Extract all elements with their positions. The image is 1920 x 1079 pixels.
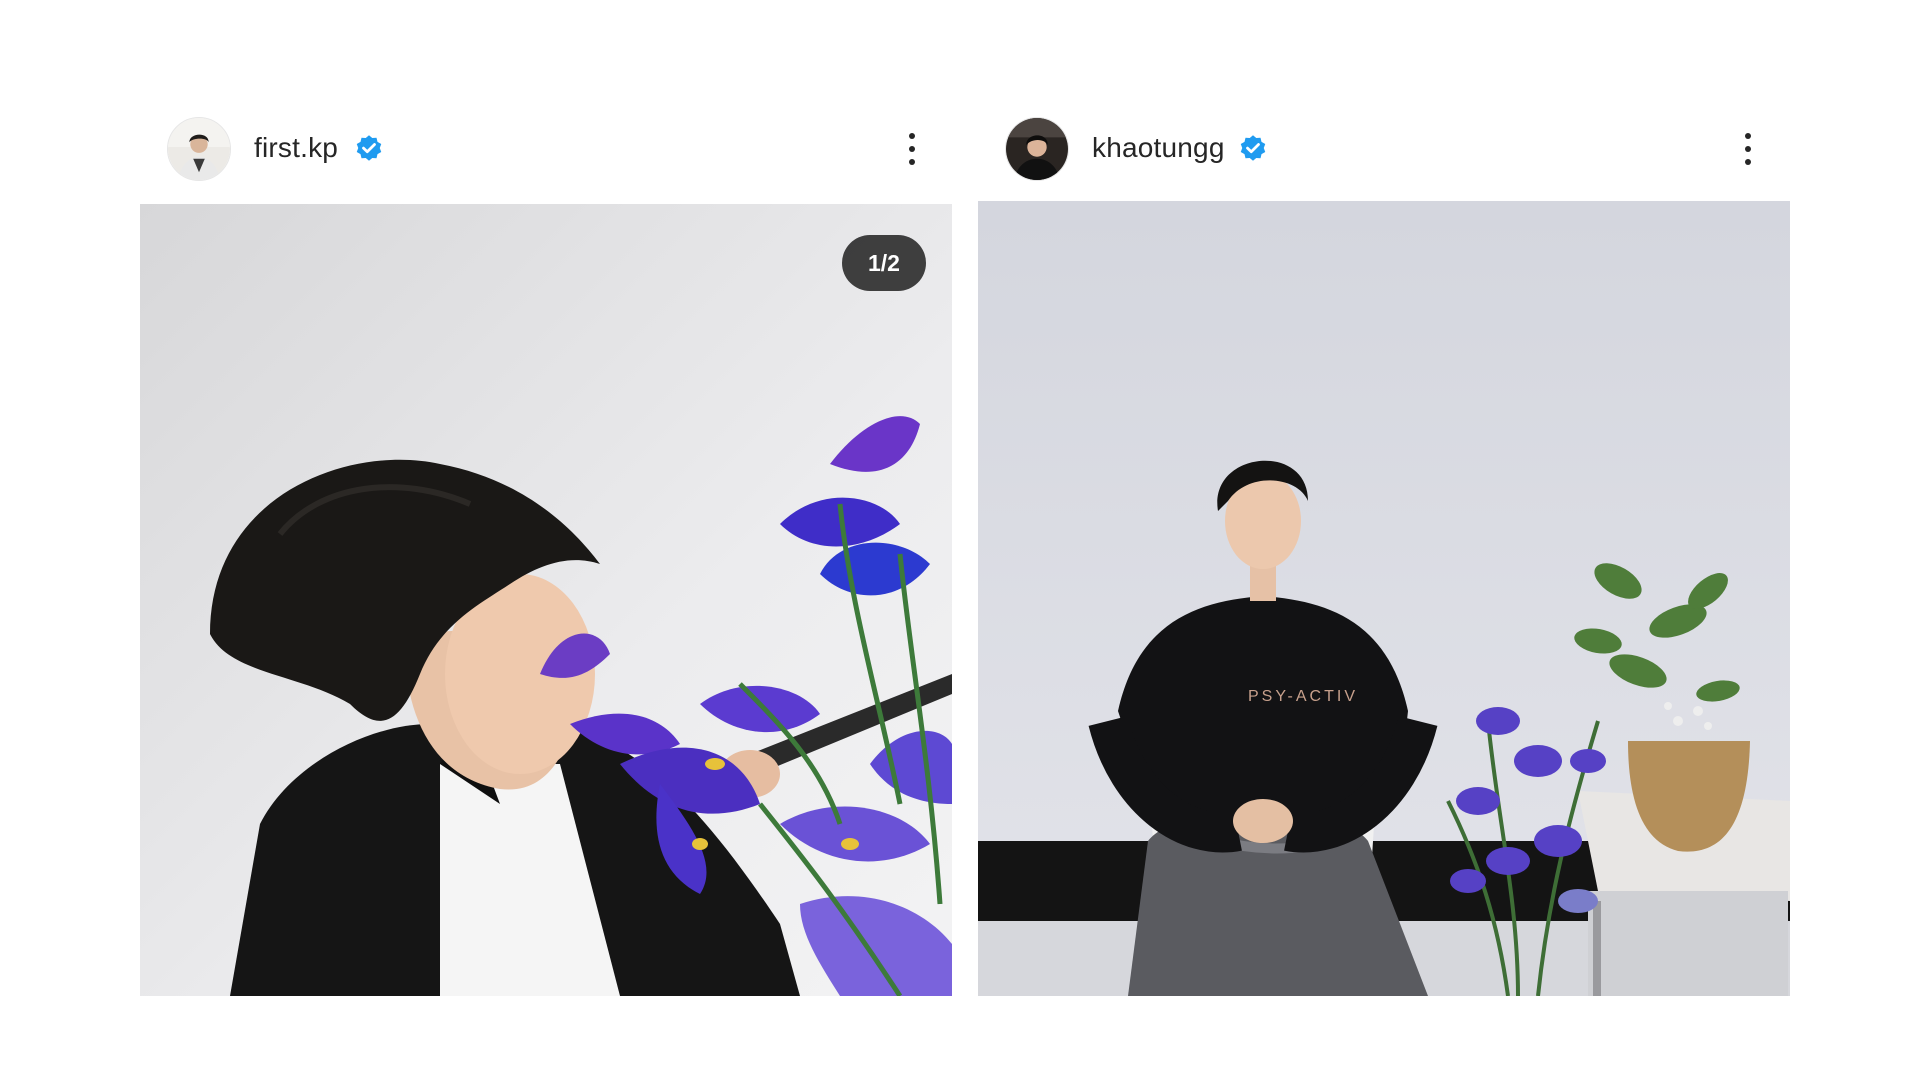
svg-text:PSY-ACTIV: PSY-ACTIV — [1248, 688, 1358, 705]
avatar[interactable] — [167, 117, 231, 181]
avatar[interactable] — [1005, 117, 1069, 181]
verified-badge-icon — [354, 134, 384, 164]
verified-badge-icon — [1238, 134, 1268, 164]
more-options-icon[interactable] — [902, 127, 922, 171]
post-image[interactable]: 1/2 — [140, 204, 952, 996]
username[interactable]: first.kp — [254, 131, 338, 165]
avatar-image — [168, 118, 230, 180]
carousel-counter: 1/2 — [842, 235, 926, 291]
post-photo: PSY-ACTIV — [978, 201, 1790, 996]
more-options-icon[interactable] — [1738, 127, 1758, 171]
post-photo — [140, 204, 952, 996]
post-image[interactable]: PSY-ACTIV — [978, 201, 1790, 996]
avatar-image — [1006, 118, 1068, 180]
post-header: first.kp — [140, 117, 940, 181]
post-header: khaotungg — [978, 117, 1778, 181]
username[interactable]: khaotungg — [1092, 131, 1225, 165]
